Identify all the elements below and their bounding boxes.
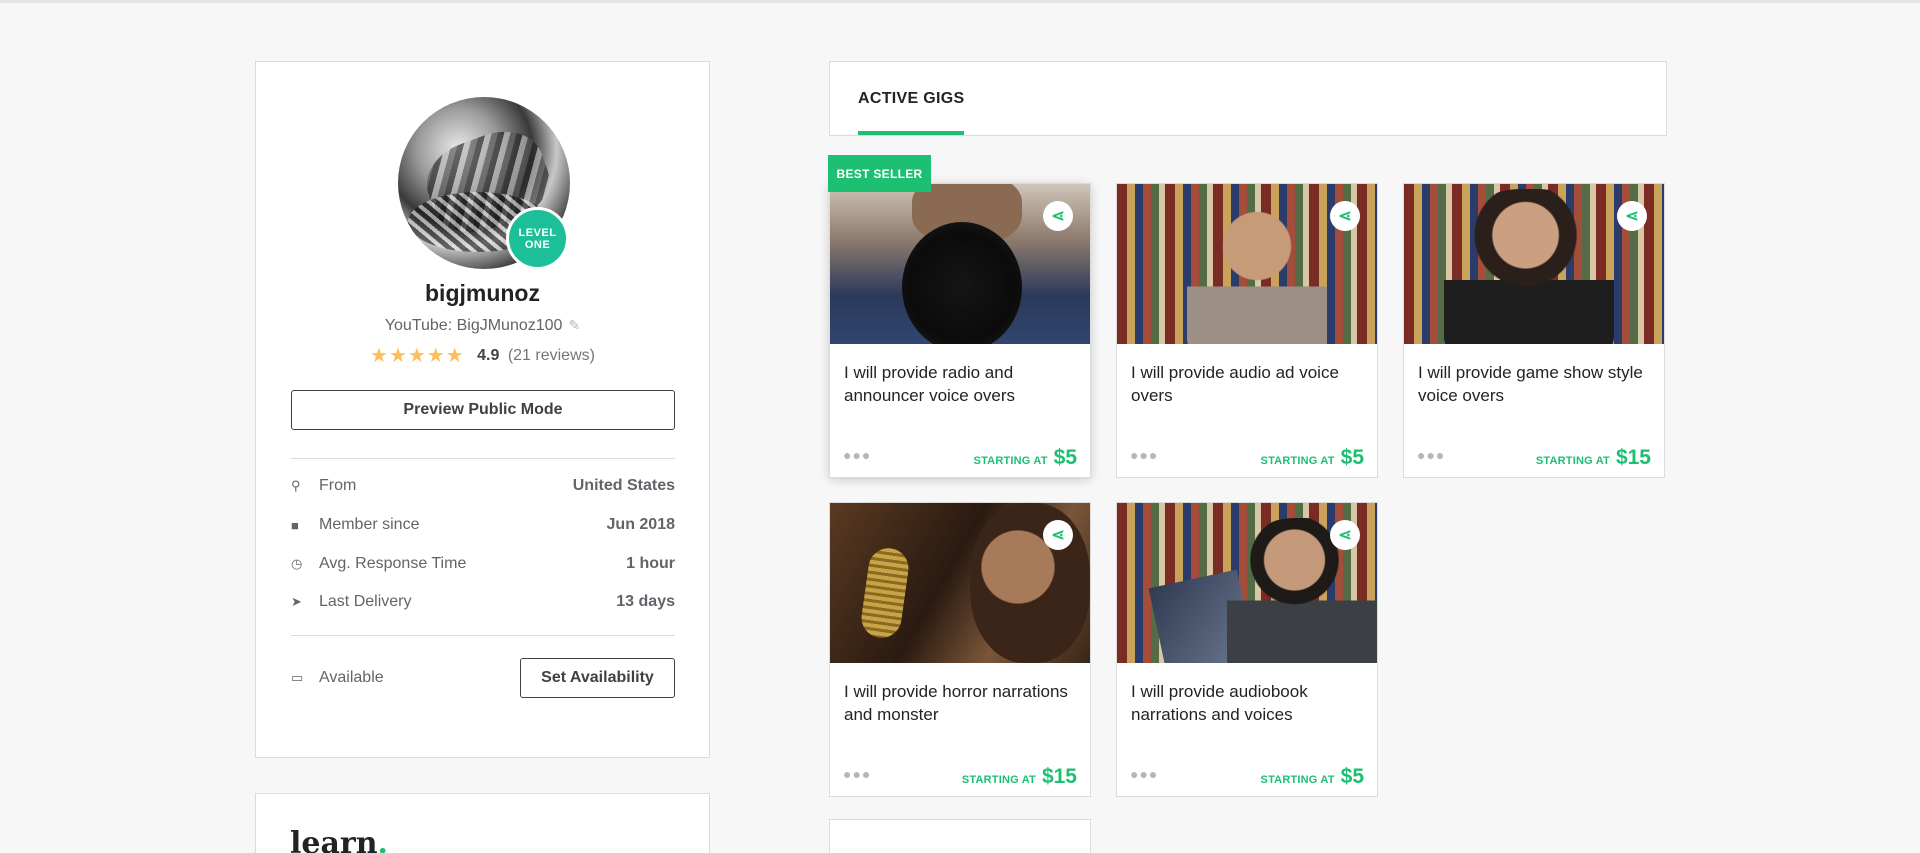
price-label: STARTING AT bbox=[1535, 455, 1610, 467]
gig-title[interactable]: I will provide audio ad voice overs bbox=[1131, 361, 1363, 407]
clock-icon: ◷ bbox=[291, 556, 303, 571]
gig-price: STARTING AT $15 bbox=[1536, 446, 1651, 470]
gig-thumbnail[interactable]: ⋖ bbox=[1117, 503, 1377, 663]
stat-value: 1 hour bbox=[626, 555, 675, 572]
gig-thumbnail[interactable]: ⋖ bbox=[1404, 184, 1664, 344]
availability-label: Available bbox=[319, 669, 384, 686]
price-label: STARTING AT bbox=[1260, 774, 1335, 786]
learn-card[interactable]: learn. bbox=[255, 793, 710, 853]
learn-logo-dot: . bbox=[377, 826, 388, 853]
gig-title[interactable]: I will provide horror narrations and mon… bbox=[844, 680, 1076, 726]
tab-active-gigs[interactable]: ACTIVE GIGS bbox=[858, 62, 965, 135]
more-options-icon[interactable]: ●●● bbox=[1417, 447, 1445, 463]
stat-label: From bbox=[319, 477, 357, 494]
price-label: STARTING AT bbox=[1260, 455, 1335, 467]
level-badge: LEVEL ONE bbox=[506, 207, 569, 270]
gig-price: STARTING AT $5 bbox=[974, 446, 1077, 470]
gig-card[interactable]: ⋖ I will provide audio ad voice overs ●●… bbox=[1116, 183, 1378, 478]
price-value: $5 bbox=[1340, 765, 1364, 788]
profile-card: LEVEL ONE bigjmunoz YouTube: BigJMunoz10… bbox=[255, 61, 710, 758]
gig-title[interactable]: I will provide game show style voice ove… bbox=[1418, 361, 1650, 407]
gig-thumbnail[interactable]: ⋖ bbox=[1117, 184, 1377, 344]
stat-value: Jun 2018 bbox=[606, 516, 675, 533]
rating-summary: ★★★★★ 4.9 (21 reviews) bbox=[256, 343, 709, 368]
price-label: STARTING AT bbox=[973, 455, 1048, 467]
gig-price: STARTING AT $5 bbox=[1261, 765, 1364, 789]
availability-row: ▭ Available Set Availability bbox=[291, 658, 675, 698]
gig-title[interactable]: I will provide radio and announcer voice… bbox=[844, 361, 1076, 407]
share-icon[interactable]: ⋖ bbox=[1330, 520, 1360, 550]
gig-card[interactable]: ⋖ I will provide audiobook narrations an… bbox=[1116, 502, 1378, 797]
user-icon: ■ bbox=[291, 517, 299, 533]
learn-logo: learn. bbox=[290, 826, 388, 853]
stat-row-response-time: ◷ Avg. Response Time 1 hour bbox=[291, 552, 675, 576]
profile-tagline[interactable]: YouTube: BigJMunoz100 ✎ bbox=[256, 317, 709, 335]
stat-label: Last Delivery bbox=[319, 593, 412, 610]
rating-count[interactable]: (21 reviews) bbox=[508, 347, 595, 364]
calendar-icon: ▭ bbox=[291, 670, 304, 685]
learn-logo-text: learn bbox=[290, 826, 378, 853]
stat-row-member-since: ■ Member since Jun 2018 bbox=[291, 513, 675, 537]
price-value: $15 bbox=[1041, 765, 1077, 788]
more-options-icon[interactable]: ●●● bbox=[843, 447, 871, 463]
share-icon[interactable]: ⋖ bbox=[1617, 201, 1647, 231]
price-value: $5 bbox=[1340, 446, 1364, 469]
price-label: STARTING AT bbox=[961, 774, 1036, 786]
create-gig-card[interactable] bbox=[829, 819, 1091, 853]
username: bigjmunoz bbox=[425, 280, 540, 306]
best-seller-badge: BEST SELLER bbox=[828, 155, 931, 192]
gig-thumbnail[interactable]: ⋖ bbox=[830, 184, 1090, 344]
set-availability-button[interactable]: Set Availability bbox=[520, 658, 675, 698]
share-icon[interactable]: ⋖ bbox=[1330, 201, 1360, 231]
stat-label: Member since bbox=[319, 516, 420, 533]
location-pin-icon: ⚲ bbox=[291, 478, 301, 493]
stat-row-last-delivery: ➤ Last Delivery 13 days bbox=[291, 590, 675, 614]
paper-plane-icon: ➤ bbox=[291, 594, 302, 609]
edit-pencil-icon[interactable]: ✎ bbox=[568, 317, 580, 334]
rating-score: 4.9 bbox=[477, 347, 500, 364]
divider bbox=[291, 635, 675, 636]
gig-card[interactable]: ⋖ I will provide horror narrations and m… bbox=[829, 502, 1091, 797]
price-value: $15 bbox=[1615, 446, 1651, 469]
share-icon[interactable]: ⋖ bbox=[1043, 520, 1073, 550]
stat-value: United States bbox=[572, 477, 675, 494]
gig-title[interactable]: I will provide audiobook narrations and … bbox=[1131, 680, 1363, 726]
stat-value: 13 days bbox=[616, 593, 675, 610]
more-options-icon[interactable]: ●●● bbox=[843, 766, 871, 782]
gig-price: STARTING AT $15 bbox=[962, 765, 1077, 789]
gig-card[interactable]: ⋖ I will provide radio and announcer voi… bbox=[829, 183, 1091, 478]
gig-card[interactable]: ⋖ I will provide game show style voice o… bbox=[1403, 183, 1665, 478]
share-icon[interactable]: ⋖ bbox=[1043, 201, 1073, 231]
level-badge-line1: LEVEL bbox=[518, 226, 557, 239]
price-value: $5 bbox=[1053, 446, 1077, 469]
gigs-tab-bar: ACTIVE GIGS bbox=[829, 61, 1667, 136]
stat-label: Avg. Response Time bbox=[319, 555, 467, 572]
more-options-icon[interactable]: ●●● bbox=[1130, 766, 1158, 782]
more-options-icon[interactable]: ●●● bbox=[1130, 447, 1158, 463]
top-divider bbox=[0, 0, 1920, 3]
gig-price: STARTING AT $5 bbox=[1261, 446, 1364, 470]
preview-public-mode-button[interactable]: Preview Public Mode bbox=[291, 390, 675, 430]
divider bbox=[291, 458, 675, 459]
tagline-text: YouTube: BigJMunoz100 bbox=[384, 317, 563, 334]
level-badge-line2: ONE bbox=[524, 238, 551, 251]
star-rating-icon: ★★★★★ bbox=[370, 345, 465, 367]
stat-row-from: ⚲ From United States bbox=[291, 474, 675, 498]
gig-thumbnail[interactable]: ⋖ bbox=[830, 503, 1090, 663]
